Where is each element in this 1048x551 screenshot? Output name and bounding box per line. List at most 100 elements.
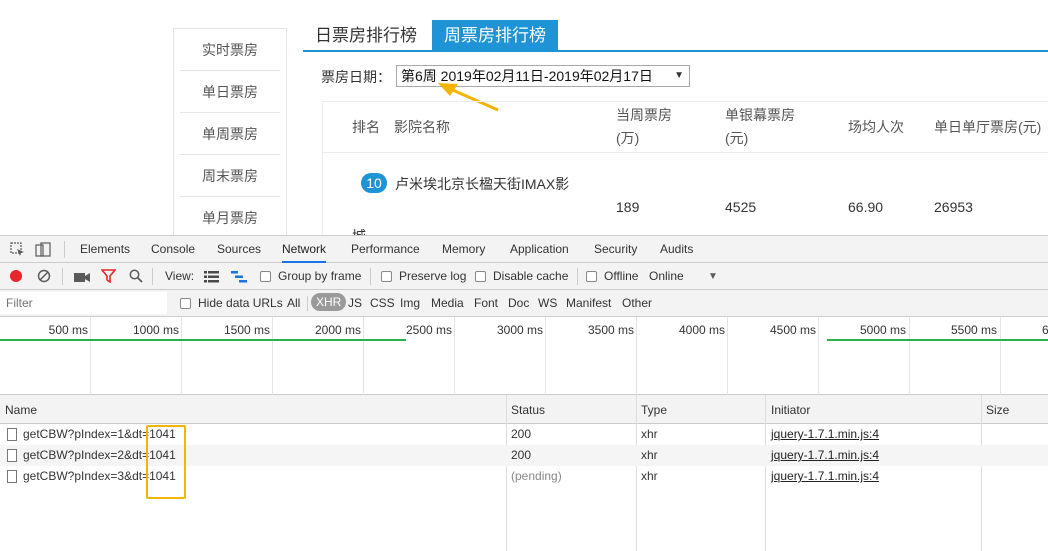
request-status: 200	[511, 427, 532, 441]
group-by-frame-label: Group by frame	[278, 269, 362, 283]
nav-item-weekend[interactable]: 周末票房	[180, 155, 280, 197]
timeline-tick-label: 1000 ms	[132, 323, 179, 337]
timeline-gridline	[818, 317, 819, 395]
tab-network[interactable]: Network	[282, 236, 327, 263]
toolbar-divider	[152, 268, 153, 285]
offline-checkbox[interactable]	[586, 271, 597, 282]
file-icon	[7, 470, 17, 483]
weekly-box-value: 189	[616, 199, 640, 215]
timeline-gridline	[90, 317, 91, 395]
column-status[interactable]: Status	[511, 403, 545, 417]
timeline-gridline	[363, 317, 364, 395]
filter-type-xhr[interactable]: XHR	[311, 293, 347, 311]
box-office-page: 实时票房 单日票房 单周票房 周末票房 单月票房 日票房排行榜 周票房排行榜 票…	[0, 0, 1048, 235]
tab-elements[interactable]: Elements	[80, 236, 130, 263]
timeline-gridline	[727, 317, 728, 395]
search-icon[interactable]	[129, 269, 143, 286]
column-type[interactable]: Type	[641, 403, 667, 417]
chevron-down-icon[interactable]: ▼	[708, 269, 718, 285]
timeline-gridline	[454, 317, 455, 395]
header-per-hall-daily: 单日单厅票房(元)	[934, 119, 1042, 135]
filter-divider	[307, 296, 308, 311]
clear-icon[interactable]	[37, 269, 51, 286]
waterfall-overview-icon[interactable]	[231, 270, 247, 286]
per-screen-value: 4525	[725, 199, 757, 215]
filter-funnel-icon[interactable]	[100, 269, 117, 286]
nav-item-realtime[interactable]: 实时票房	[180, 29, 280, 71]
filter-type-other[interactable]: Other	[622, 296, 652, 310]
filter-type-doc[interactable]: Doc	[508, 296, 529, 310]
tab-memory[interactable]: Memory	[442, 236, 485, 263]
filter-type-media[interactable]: Media	[431, 296, 464, 310]
cinema-name-wrap: 城	[352, 226, 366, 235]
header-avg-attendance: 场均人次	[848, 119, 904, 135]
timeline-tick-label: 4000 ms	[678, 323, 725, 337]
header-weekly-box: 当周票房	[616, 107, 672, 123]
request-initiator-link[interactable]: jquery-1.7.1.min.js:4	[771, 448, 879, 462]
timeline-tick-label: 3000 ms	[496, 323, 543, 337]
tab-sources[interactable]: Sources	[217, 236, 261, 263]
tab-audits[interactable]: Audits	[660, 236, 693, 263]
request-type: xhr	[641, 448, 658, 462]
tab-weekly-ranking[interactable]: 周票房排行榜	[432, 20, 558, 50]
disable-cache-checkbox[interactable]	[475, 271, 486, 282]
tab-security[interactable]: Security	[594, 236, 637, 263]
group-by-frame-checkbox[interactable]	[260, 271, 271, 282]
filter-type-css[interactable]: CSS	[370, 296, 395, 310]
device-toolbar-icon[interactable]	[35, 242, 51, 260]
timeline-tick-label: 2500 ms	[405, 323, 452, 337]
devtools-tabbar: Elements Console Sources Network Perform…	[0, 236, 1048, 263]
toolbar-divider	[64, 241, 65, 258]
request-status: (pending)	[511, 469, 562, 483]
cinema-name[interactable]: 卢米埃北京长楹天街IMAX影	[395, 174, 569, 194]
timeline-gridline	[181, 317, 182, 395]
tab-console[interactable]: Console	[151, 236, 195, 263]
nav-item-daily[interactable]: 单日票房	[180, 71, 280, 113]
tab-performance[interactable]: Performance	[351, 236, 420, 263]
date-label: 票房日期：	[321, 69, 391, 85]
filter-bar: Hide data URLs All XHR JS CSS Img Media …	[0, 290, 1048, 317]
screenshot-camera-icon[interactable]	[74, 270, 90, 286]
timeline-gridline	[636, 317, 637, 395]
nav-item-monthly[interactable]: 单月票房	[180, 197, 280, 235]
preserve-log-checkbox[interactable]	[381, 271, 392, 282]
column-size[interactable]: Size	[986, 403, 1009, 417]
timeline-gridline	[1000, 317, 1001, 395]
filter-type-font[interactable]: Font	[474, 296, 498, 310]
hide-data-urls-checkbox[interactable]	[180, 298, 191, 309]
nav-item-weekly[interactable]: 单周票房	[180, 113, 280, 155]
request-type: xhr	[641, 469, 658, 483]
filter-type-js[interactable]: JS	[348, 296, 362, 310]
filter-type-img[interactable]: Img	[400, 296, 420, 310]
request-initiator-link[interactable]: jquery-1.7.1.min.js:4	[771, 427, 879, 441]
request-timing-bar	[827, 339, 1048, 341]
large-rows-icon[interactable]	[204, 270, 219, 286]
inspect-element-icon[interactable]	[10, 242, 25, 260]
network-overview-timeline[interactable]: 500 ms 1000 ms 1500 ms 2000 ms 2500 ms 3…	[0, 317, 1048, 395]
column-initiator[interactable]: Initiator	[771, 403, 810, 417]
offline-label: Offline	[604, 269, 639, 283]
timeline-tick-label: 5500 ms	[950, 323, 997, 337]
filter-type-all[interactable]: All	[287, 296, 300, 310]
rank-badge: 10	[361, 173, 387, 193]
request-initiator-link[interactable]: jquery-1.7.1.min.js:4	[771, 469, 879, 483]
header-per-screen-unit: (元)	[725, 130, 749, 146]
tab-daily-ranking[interactable]: 日票房排行榜	[315, 20, 417, 50]
left-nav: 实时票房 单日票房 单周票房 周末票房 单月票房	[173, 28, 287, 235]
per-hall-daily-value: 26953	[934, 199, 973, 215]
filter-input[interactable]	[0, 292, 167, 314]
filter-type-manifest[interactable]: Manifest	[566, 296, 611, 310]
table-divider	[323, 152, 1048, 153]
tab-application[interactable]: Application	[510, 236, 569, 263]
record-icon[interactable]	[9, 269, 23, 286]
filter-type-ws[interactable]: WS	[538, 296, 557, 310]
timeline-tick-label: 5000 ms	[859, 323, 906, 337]
disable-cache-label: Disable cache	[493, 269, 569, 283]
throttling-select[interactable]: Online	[649, 269, 684, 283]
toolbar-divider	[370, 268, 371, 285]
file-icon	[7, 428, 17, 441]
column-name[interactable]: Name	[5, 403, 37, 417]
file-icon	[7, 449, 17, 462]
request-type: xhr	[641, 427, 658, 441]
header-per-screen: 单银幕票房	[725, 107, 795, 123]
